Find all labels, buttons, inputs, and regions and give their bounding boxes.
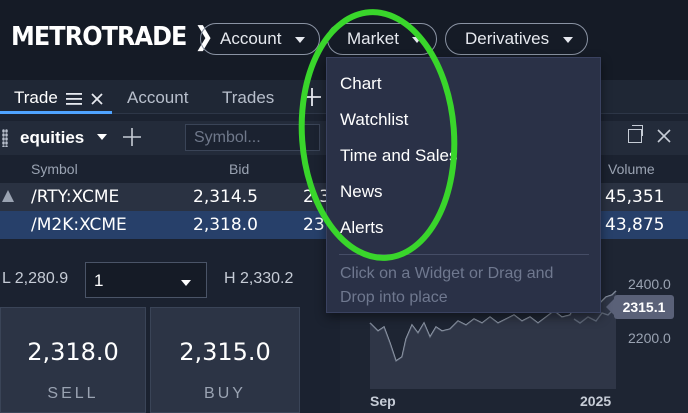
close-panel-icon[interactable]: [657, 129, 671, 143]
row-volume: 43,875: [605, 215, 665, 235]
y-axis-label: 2400.0: [628, 276, 671, 292]
tab-trades[interactable]: Trades: [222, 88, 274, 108]
buy-label: BUY: [204, 385, 246, 402]
x-axis-label: 2025: [580, 393, 612, 409]
active-tab-indicator: [0, 111, 112, 114]
menu-divider: [339, 254, 589, 255]
row-bid: 2,314.5: [193, 187, 258, 207]
menu-item-time-and-sales[interactable]: Time and Sales: [340, 146, 457, 166]
drag-handle-icon[interactable]: [2, 129, 8, 147]
column-header-symbol[interactable]: Symbol: [31, 161, 78, 177]
chevron-down-icon: [412, 37, 422, 43]
buy-price: 2,315.0: [179, 338, 271, 366]
column-header-volume[interactable]: Volume: [608, 161, 655, 177]
nav-derivatives-button[interactable]: Derivatives: [445, 23, 588, 55]
last-price-tag: 2315.1: [606, 295, 674, 319]
buy-button[interactable]: 2,315.0 BUY: [150, 307, 300, 413]
row-symbol: /M2K:XCME: [31, 215, 127, 235]
add-symbol-icon[interactable]: [122, 127, 142, 147]
nav-market-button[interactable]: Market: [327, 23, 437, 55]
popout-icon[interactable]: [628, 125, 643, 143]
nav-account-label: Account: [220, 29, 282, 48]
hamburger-menu-icon[interactable]: [66, 92, 82, 106]
brand-logo[interactable]: METROTRADE ❯: [11, 22, 214, 52]
menu-item-watchlist[interactable]: Watchlist: [340, 110, 408, 130]
sell-label: SELL: [47, 385, 99, 402]
row-ask-partial: 23: [303, 215, 325, 235]
row-volume: 45,351: [605, 187, 665, 207]
watchlist-selector[interactable]: equities: [20, 128, 84, 148]
close-tab-icon[interactable]: [91, 93, 103, 105]
nav-derivatives-label: Derivatives: [465, 29, 550, 48]
chevron-down-icon: [563, 37, 573, 43]
sell-price: 2,318.0: [27, 338, 119, 366]
chevron-down-icon[interactable]: [97, 134, 107, 140]
tab-trade[interactable]: Trade: [14, 88, 58, 108]
last-price-value: 2315.1: [622, 299, 666, 315]
nav-account-button[interactable]: Account: [200, 23, 320, 55]
add-tab-icon[interactable]: [302, 87, 322, 107]
column-header-bid[interactable]: Bid: [229, 161, 249, 177]
symbol-search-input[interactable]: [185, 124, 320, 151]
menu-item-chart[interactable]: Chart: [340, 74, 382, 94]
tab-account[interactable]: Account: [127, 88, 188, 108]
quantity-value: 1: [94, 271, 104, 290]
menu-item-news[interactable]: News: [340, 182, 383, 202]
row-symbol: /RTY:XCME: [31, 187, 120, 207]
row-bid: 2,318.0: [193, 215, 258, 235]
menu-hint-text: Click on a Widget or Drag and Drop into …: [340, 265, 554, 306]
sell-button[interactable]: 2,318.0 SELL: [0, 307, 146, 413]
session-low: L 2,280.9: [2, 270, 69, 287]
chevron-down-icon[interactable]: [181, 280, 191, 286]
warning-icon: [2, 190, 14, 202]
nav-market-label: Market: [347, 29, 399, 48]
y-axis-label: 2200.0: [628, 330, 671, 346]
menu-item-alerts[interactable]: Alerts: [340, 218, 383, 238]
chart-panel-header: [600, 121, 688, 155]
chevron-down-icon: [295, 37, 305, 43]
session-high: H 2,330.2: [224, 270, 294, 287]
market-dropdown-menu: Chart Watchlist Time and Sales News Aler…: [326, 57, 601, 313]
x-axis-label: Sep: [370, 393, 396, 409]
